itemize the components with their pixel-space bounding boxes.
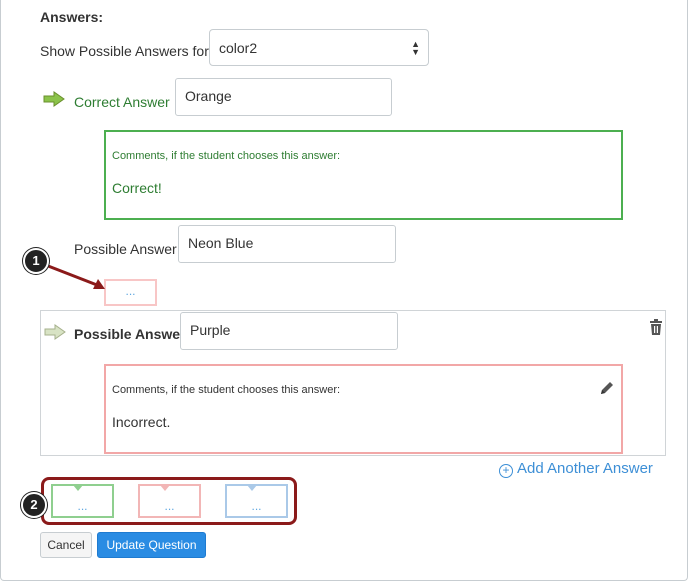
answers-heading: Answers: [40,9,104,25]
correct-comment-box[interactable]: Comments, if the student chooses this an… [104,130,623,220]
select-arrows-icon: ▲ ▼ [411,39,420,57]
variable-select[interactable]: color2 ▲ ▼ [209,29,429,66]
comment-tab-correct[interactable]: ... [51,484,114,518]
notch-icon [247,485,257,491]
possible-answer-input[interactable]: Neon Blue [178,225,396,263]
possible-answer-value: Neon Blue [188,235,254,251]
possible-arrow-icon [44,324,66,340]
possible-answer-label-bold: Possible Answer [74,326,186,342]
correct-comment-text: Correct! [112,180,162,196]
correct-answer-value: Orange [185,88,232,104]
add-answer-label: Add Another Answer [517,460,653,477]
plus-circle-icon: + [499,464,513,478]
show-answers-label: Show Possible Answers for [40,43,209,59]
comment-tab-neutral[interactable]: ... [225,484,288,518]
correct-comment-hint: Comments, if the student chooses this an… [112,150,341,162]
comment-tab-incorrect[interactable]: ... [138,484,201,518]
variable-select-value: color2 [219,40,258,56]
add-answer-link[interactable]: + Add Another Answer [499,460,653,478]
notch-icon [160,485,170,491]
possible-answer-label: Possible Answer [74,241,177,257]
incorrect-comment-text: Incorrect. [112,414,171,430]
comment-tab-dots: ... [251,499,262,513]
pencil-icon[interactable] [599,380,615,396]
correct-answer-label: Correct Answer [74,94,170,110]
trash-icon[interactable] [649,319,663,335]
correct-arrow-icon [43,91,65,107]
update-question-button[interactable]: Update Question [97,532,206,558]
incorrect-comment-box[interactable]: Comments, if the student chooses this an… [104,364,623,454]
comment-tab-dots: ... [77,499,88,513]
possible-answer-value-purple: Purple [190,322,231,338]
incorrect-comment-hint: Comments, if the student chooses this an… [112,384,341,396]
callout-badge: 1 [23,248,49,274]
comment-toggle-button[interactable]: ... [104,279,157,306]
callout-badge: 2 [21,492,47,518]
question-editor: Answers: Show Possible Answers for color… [0,0,688,581]
correct-answer-input[interactable]: Orange [175,78,392,116]
cancel-button[interactable]: Cancel [40,532,92,558]
notch-icon [73,485,83,491]
comment-tab-dots: ... [164,499,175,513]
possible-answer-input-purple[interactable]: Purple [180,312,398,350]
callout-arrow-icon [42,262,105,289]
